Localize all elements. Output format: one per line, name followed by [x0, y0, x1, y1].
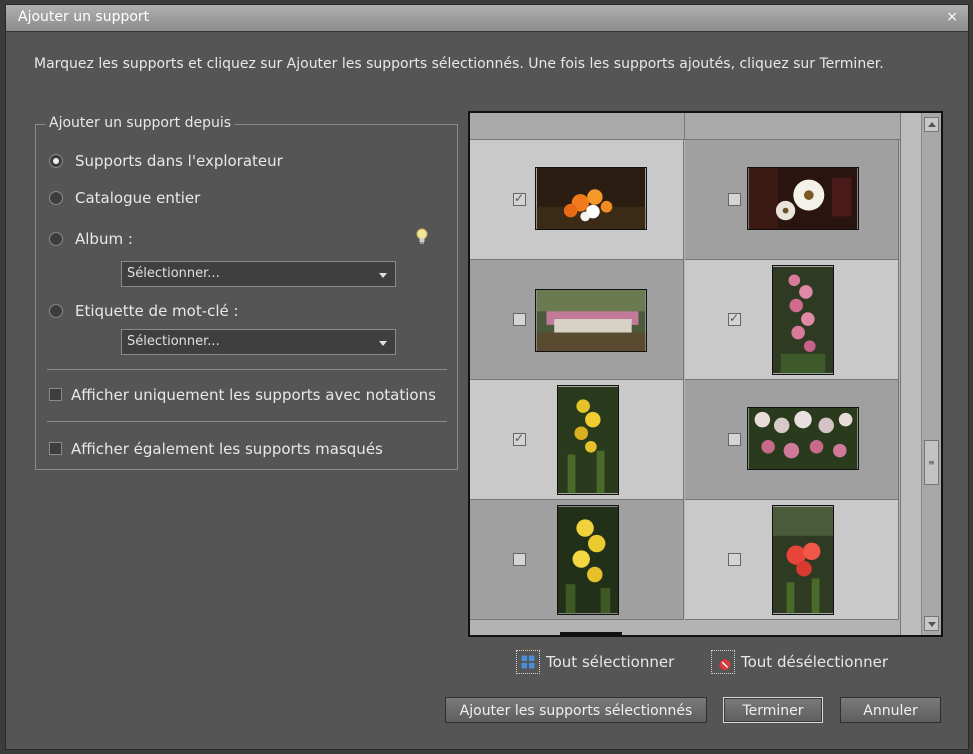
media-cell[interactable] — [470, 260, 684, 380]
checkbox-show-hidden[interactable]: Afficher également les supports masqués — [49, 439, 449, 461]
deselect-all-icon — [711, 650, 735, 674]
checkbox-rated-only[interactable]: Afficher uniquement les supports avec no… — [49, 385, 449, 407]
media-grid-cells — [470, 113, 900, 635]
scrollbar-track[interactable]: ≡ — [921, 113, 941, 635]
thumbnail-pink-orchids-cluster[interactable] — [747, 407, 859, 470]
media-checkbox[interactable] — [728, 433, 741, 446]
chevron-down-icon — [379, 341, 387, 346]
select-all-label: Tout sélectionner — [546, 653, 675, 671]
thumbnail-white-gerbera[interactable] — [747, 167, 859, 230]
media-cell[interactable] — [685, 500, 899, 620]
album-select[interactable]: Sélectionner... — [121, 261, 396, 287]
chevron-down-icon — [379, 273, 387, 278]
lightbulb-icon — [416, 228, 428, 244]
thumbnail-red-orchid[interactable] — [772, 505, 834, 615]
media-checkbox[interactable] — [728, 193, 741, 206]
media-checkbox[interactable] — [728, 553, 741, 566]
grid-scrollbar[interactable]: ≡ — [900, 113, 941, 635]
scrollbar-thumb[interactable]: ≡ — [924, 440, 939, 485]
media-checkbox[interactable] — [513, 553, 526, 566]
checkbox-label: Afficher également les supports masqués — [71, 440, 383, 458]
checkbox-box[interactable] — [49, 442, 62, 455]
divider — [47, 421, 447, 422]
checkbox-label: Afficher uniquement les supports avec no… — [71, 386, 436, 404]
radio-entire-catalog[interactable]: Catalogue entier — [49, 188, 449, 210]
media-checkbox[interactable] — [728, 311, 741, 326]
media-cell[interactable] — [685, 260, 899, 380]
radio-button[interactable] — [49, 232, 63, 246]
scroll-up-arrow[interactable] — [924, 117, 939, 132]
media-grid[interactable]: ≡ — [468, 111, 943, 637]
thumbnail-pink-orchid-spike[interactable] — [772, 265, 834, 375]
media-cell[interactable] — [470, 500, 684, 620]
radio-label: Album : — [75, 230, 133, 248]
radio-label: Supports dans l'explorateur — [75, 152, 283, 170]
thumbnail-orange-gerbera[interactable] — [535, 167, 647, 230]
media-cell[interactable] — [470, 380, 684, 500]
radio-browser-media[interactable]: Supports dans l'explorateur — [49, 151, 449, 173]
deselect-all-label: Tout désélectionner — [741, 653, 889, 671]
add-selected-button[interactable]: Ajouter les supports sélectionnés — [445, 697, 707, 723]
media-checkbox[interactable] — [513, 431, 526, 446]
thumbnail-pink-garden[interactable] — [535, 289, 647, 352]
select-all-link[interactable]: Tout sélectionner — [516, 650, 691, 674]
close-icon[interactable]: × — [946, 9, 958, 25]
cancel-button[interactable]: Annuler — [840, 697, 941, 723]
next-row-thumbnail-edge — [560, 632, 622, 635]
source-group: Ajouter un support depuis Supports dans … — [35, 115, 458, 470]
media-cell[interactable] — [685, 140, 899, 260]
dialog-title: Ajouter un support — [18, 9, 150, 25]
done-button[interactable]: Terminer — [723, 697, 823, 723]
radio-label: Catalogue entier — [75, 189, 201, 207]
scroll-down-arrow[interactable] — [924, 616, 939, 631]
thumbnail-yellow-orchid[interactable] — [557, 385, 619, 495]
add-media-dialog: Ajouter un support × Marquez les support… — [5, 4, 969, 750]
media-cell[interactable] — [470, 140, 684, 260]
radio-label: Etiquette de mot-clé : — [75, 302, 239, 320]
radio-button[interactable] — [49, 191, 63, 205]
instruction-text: Marquez les supports et cliquez sur Ajou… — [34, 56, 884, 72]
thumbnail-yellow-orchid-bloom[interactable] — [557, 505, 619, 615]
radio-button[interactable] — [49, 154, 63, 168]
radio-keyword-tag[interactable]: Etiquette de mot-clé : — [49, 301, 449, 323]
source-group-legend: Ajouter un support depuis — [46, 115, 235, 131]
media-checkbox[interactable] — [513, 313, 526, 326]
radio-button[interactable] — [49, 304, 63, 318]
keyword-select-value: Sélectionner... — [127, 334, 220, 349]
grid-header-row — [470, 113, 900, 140]
radio-album[interactable]: Album : — [49, 229, 449, 251]
keyword-select[interactable]: Sélectionner... — [121, 329, 396, 355]
deselect-all-link[interactable]: Tout désélectionner — [711, 650, 911, 674]
media-cell[interactable] — [685, 380, 899, 500]
album-select-value: Sélectionner... — [127, 266, 220, 281]
divider — [47, 369, 447, 370]
title-bar: Ajouter un support × — [6, 5, 968, 32]
select-all-icon — [516, 650, 540, 674]
checkbox-box[interactable] — [49, 388, 62, 401]
media-checkbox[interactable] — [513, 191, 526, 206]
